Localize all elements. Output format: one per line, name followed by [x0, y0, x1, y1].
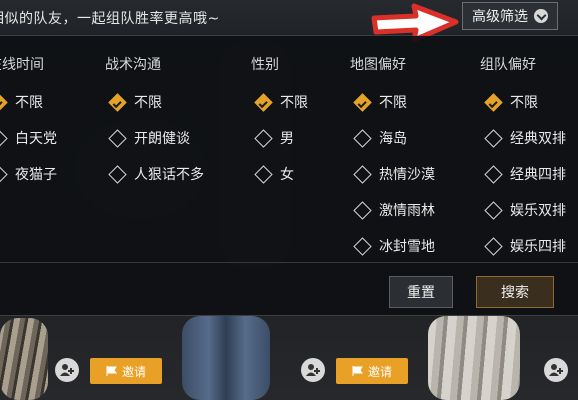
checkbox-icon — [0, 92, 8, 112]
add-friend-icon — [306, 364, 320, 376]
column-title: 在线时间 — [0, 57, 44, 73]
invite-button[interactable]: 邀请 — [90, 358, 162, 384]
add-friend-button[interactable] — [544, 358, 568, 382]
option-map-snow[interactable]: 冰封雪地 — [353, 236, 435, 256]
option-online-night[interactable]: 夜猫子 — [0, 164, 57, 184]
column-title: 战术沟通 — [105, 57, 161, 73]
checkbox-icon — [254, 128, 273, 148]
invite-label: 邀请 — [121, 364, 146, 379]
checkbox-icon — [108, 164, 127, 184]
filter-panel: 在线时间 不限 白天党 夜猫子 战术沟通 不限 开朗健谈 人狠话不多 性别 不限… — [0, 36, 578, 316]
matching-hint-text: 相似的队友，一起组队胜率更高哦~ — [0, 11, 220, 27]
panel-divider — [0, 262, 578, 263]
option-mode-classic-duo[interactable]: 经典双排 — [484, 128, 566, 148]
advanced-filter-label: 高级筛选 — [472, 9, 528, 25]
checkbox-icon — [0, 164, 8, 184]
option-map-desert[interactable]: 热情沙漠 — [353, 164, 435, 184]
character-middle — [182, 316, 270, 400]
invite-button[interactable]: 邀请 — [336, 358, 408, 384]
option-map-rainforest[interactable]: 激情雨林 — [353, 200, 435, 220]
checkbox-icon — [484, 92, 503, 112]
option-map-island[interactable]: 海岛 — [353, 128, 407, 148]
top-bar: 相似的队友，一起组队胜率更高哦~ 高级筛选 — [0, 0, 578, 36]
invite-label: 邀请 — [367, 364, 392, 379]
add-friend-button[interactable] — [301, 358, 325, 382]
checkbox-icon — [484, 200, 503, 220]
option-gender-male[interactable]: 男 — [254, 128, 294, 148]
option-comm-quiet[interactable]: 人狠话不多 — [108, 164, 204, 184]
flag-icon — [352, 366, 363, 376]
option-comm-any[interactable]: 不限 — [108, 92, 162, 112]
advanced-filter-button[interactable]: 高级筛选 — [462, 2, 558, 30]
checkbox-icon — [353, 92, 372, 112]
add-friend-icon — [60, 364, 74, 376]
column-title: 组队偏好 — [480, 57, 536, 73]
chevron-down-icon — [534, 9, 548, 23]
option-comm-talkative[interactable]: 开朗健谈 — [108, 128, 190, 148]
checkbox-icon — [108, 128, 127, 148]
column-title: 地图偏好 — [350, 57, 406, 73]
checkbox-icon — [254, 164, 273, 184]
checkbox-icon — [484, 236, 503, 256]
option-mode-arcade-duo[interactable]: 娱乐双排 — [484, 200, 566, 220]
option-mode-arcade-squad[interactable]: 娱乐四排 — [484, 236, 566, 256]
checkbox-icon — [353, 164, 372, 184]
checkbox-icon — [254, 92, 273, 112]
option-gender-female[interactable]: 女 — [254, 164, 294, 184]
option-gender-any[interactable]: 不限 — [254, 92, 308, 112]
add-friend-icon — [549, 364, 563, 376]
checkbox-icon — [353, 236, 372, 256]
add-friend-button[interactable] — [55, 358, 79, 382]
flag-icon — [106, 366, 117, 376]
checkbox-icon — [108, 92, 127, 112]
checkbox-icon — [0, 128, 8, 148]
option-map-any[interactable]: 不限 — [353, 92, 407, 112]
character-right — [428, 316, 520, 400]
checkbox-icon — [353, 128, 372, 148]
option-online-daytime[interactable]: 白天党 — [0, 128, 57, 148]
option-mode-any[interactable]: 不限 — [484, 92, 538, 112]
column-title: 性别 — [251, 57, 279, 73]
character-left — [0, 318, 48, 400]
checkbox-icon — [353, 200, 372, 220]
checkbox-icon — [484, 128, 503, 148]
checkbox-icon — [484, 164, 503, 184]
option-mode-classic-squad[interactable]: 经典四排 — [484, 164, 566, 184]
reset-button[interactable]: 重置 — [389, 276, 453, 308]
option-online-any[interactable]: 不限 — [0, 92, 43, 112]
search-button[interactable]: 搜索 — [476, 276, 554, 308]
